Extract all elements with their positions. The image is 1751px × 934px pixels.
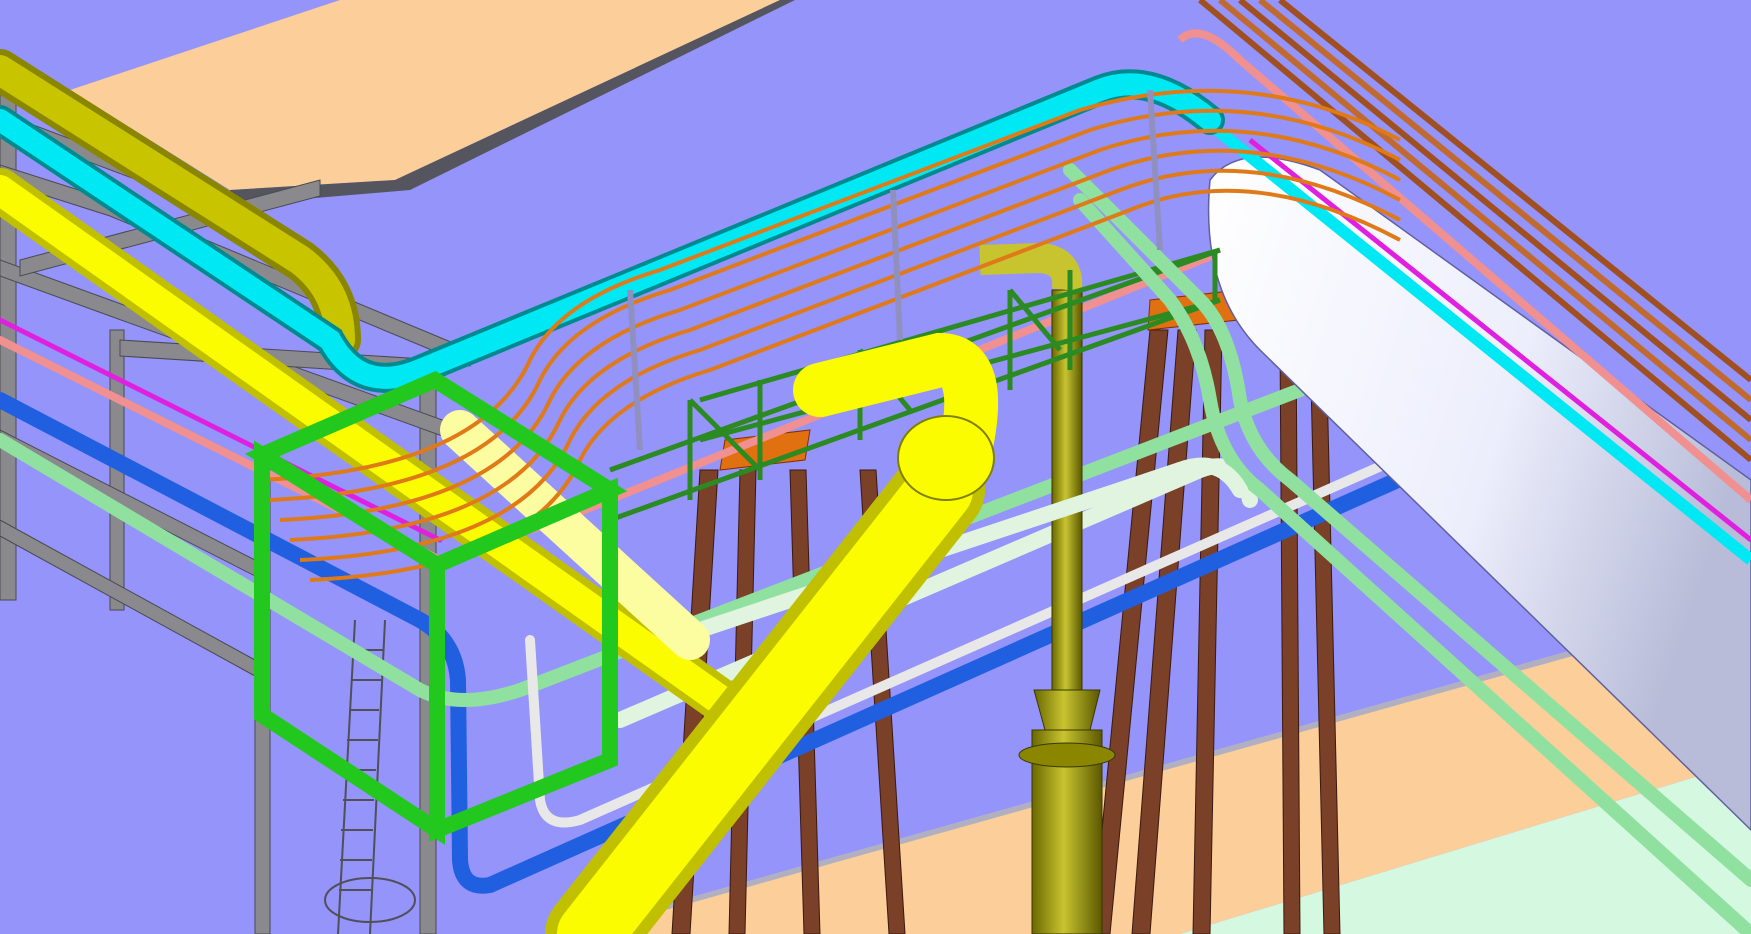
3d-model-viewport[interactable]: [0, 0, 1751, 934]
pipe-rack-scene[interactable]: [0, 0, 1751, 934]
yellow-main-pipe[interactable]: [0, 168, 999, 934]
